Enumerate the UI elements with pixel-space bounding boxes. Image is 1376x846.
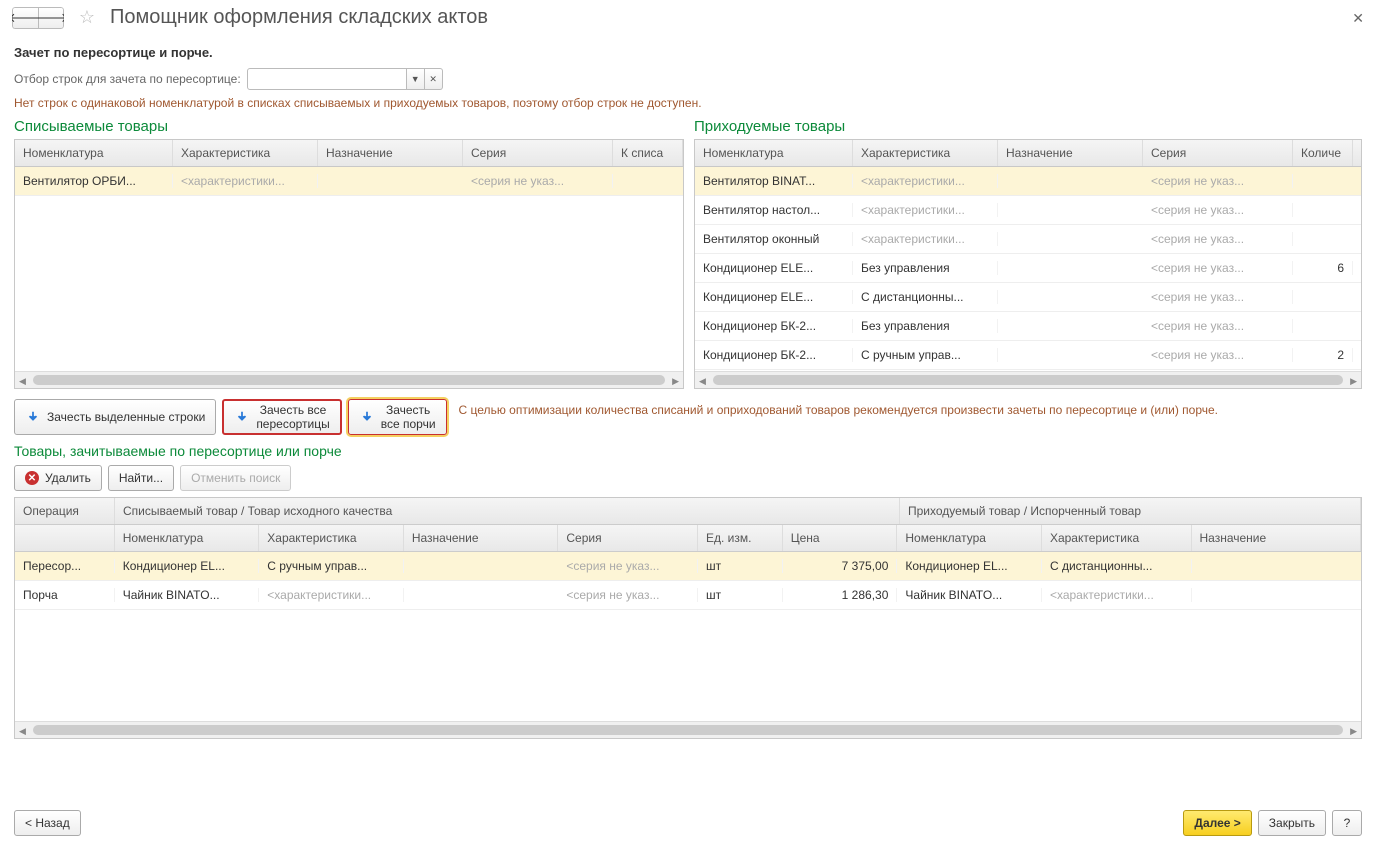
writeoff-goods-panel: Списываемые товары Номенклатура Характер… — [14, 118, 684, 389]
arrow-down-icon — [359, 409, 375, 425]
hscroll[interactable]: ◀▶ — [15, 721, 1361, 738]
receipt-goods-panel: Приходуемые товары Номенклатура Характер… — [694, 118, 1362, 389]
table-row[interactable]: Вентилятор BINAT...<характеристики...<се… — [695, 167, 1361, 196]
subtitle: Зачет по пересортице и порче. — [14, 45, 1362, 60]
receipt-grid-header: Номенклатура Характеристика Назначение С… — [695, 140, 1361, 167]
table-row[interactable]: Кондиционер ELE...Без управления<серия н… — [695, 254, 1361, 283]
filter-input[interactable] — [247, 68, 407, 90]
arrow-down-icon — [25, 409, 41, 425]
close-button[interactable]: Закрыть — [1258, 810, 1326, 836]
back-button[interactable]: < Назад — [14, 810, 81, 836]
writeoff-title: Списываемые товары — [14, 118, 684, 135]
counted-grid: Операция Списываемый товар / Товар исход… — [14, 497, 1362, 739]
hscroll[interactable]: ◀▶ — [695, 371, 1361, 388]
filter-dropdown-button[interactable]: ▼ — [407, 68, 425, 90]
counted-section-title: Товары, зачитываемые по пересортице или … — [14, 443, 1362, 459]
table-row[interactable]: Вентилятор ОРБИ...<характеристики...<сер… — [15, 167, 683, 196]
table-row[interactable]: Вентилятор настол...<характеристики...<с… — [695, 196, 1361, 225]
next-button[interactable]: Далее > — [1183, 810, 1251, 836]
table-row[interactable]: Вентилятор оконный<характеристики...<сер… — [695, 225, 1361, 254]
warning-text: Нет строк с одинаковой номенклатурой в с… — [14, 96, 1362, 110]
count-all-resort-button[interactable]: Зачесть всепересортицы — [222, 399, 341, 435]
arrow-down-icon — [234, 409, 250, 425]
receipt-title: Приходуемые товары — [694, 118, 1362, 135]
table-row[interactable]: ПорчаЧайник BINATO...<характеристики...<… — [15, 581, 1361, 610]
help-button[interactable]: ? — [1332, 810, 1362, 836]
table-row[interactable]: Кондиционер ELE...С дистанционны...<сери… — [695, 283, 1361, 312]
filter-label: Отбор строк для зачета по пересортице: — [14, 72, 241, 86]
cancel-find-button: Отменить поиск — [180, 465, 291, 491]
nav-forward-button[interactable]: 🡒 — [38, 7, 64, 29]
action-hint: С целью оптимизации количества списаний … — [459, 399, 1362, 417]
close-icon[interactable]: ✕ — [1352, 10, 1364, 27]
page-title: Помощник оформления складских актов — [110, 6, 488, 29]
delete-icon: ✕ — [25, 471, 39, 485]
count-all-spoil-button[interactable]: Зачестьвсе порчи — [348, 399, 447, 435]
hscroll[interactable]: ◀▶ — [15, 371, 683, 388]
filter-clear-button[interactable]: ✕ — [425, 68, 443, 90]
writeoff-grid-header: Номенклатура Характеристика Назначение С… — [15, 140, 683, 167]
count-selected-button[interactable]: Зачесть выделенные строки — [14, 399, 216, 435]
favorite-star-icon[interactable]: ☆ — [76, 7, 98, 29]
table-row[interactable]: Кондиционер БК-2...С ручным управ...<сер… — [695, 341, 1361, 370]
delete-button[interactable]: ✕ Удалить — [14, 465, 102, 491]
table-row[interactable]: Пересор...Кондиционер EL...С ручным упра… — [15, 552, 1361, 581]
find-button[interactable]: Найти... — [108, 465, 174, 491]
table-row[interactable]: Кондиционер БК-2...Без управления<серия … — [695, 312, 1361, 341]
